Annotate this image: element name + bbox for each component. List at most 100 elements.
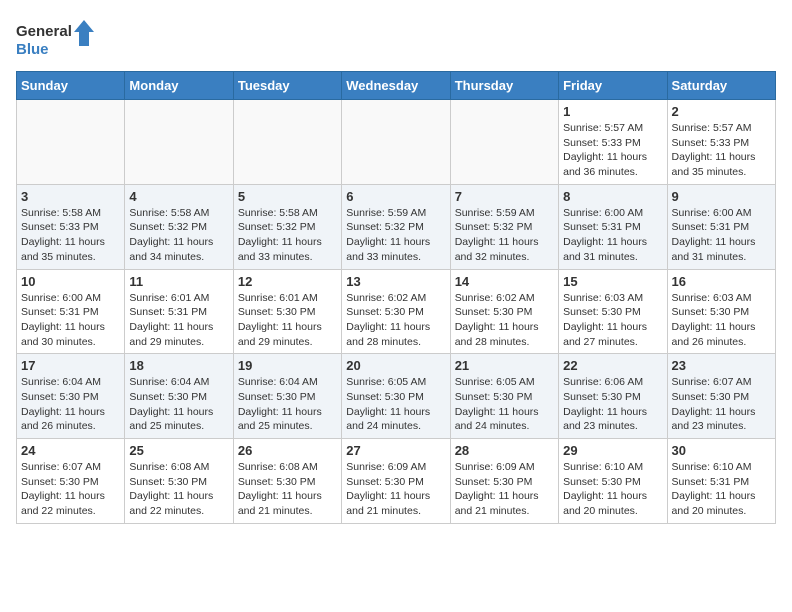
weekday-header-thursday: Thursday bbox=[450, 72, 558, 100]
table-row: 3 Sunrise: 5:58 AM Sunset: 5:33 PM Daylig… bbox=[17, 184, 125, 269]
day-number: 17 bbox=[21, 358, 120, 373]
day-number: 13 bbox=[346, 274, 445, 289]
day-number: 11 bbox=[129, 274, 228, 289]
day-info: Sunrise: 6:01 AM Sunset: 5:30 PM Dayligh… bbox=[238, 291, 337, 350]
table-row: 25 Sunrise: 6:08 AM Sunset: 5:30 PM Dayli… bbox=[125, 439, 233, 524]
table-row bbox=[342, 100, 450, 185]
day-info: Sunrise: 6:00 AM Sunset: 5:31 PM Dayligh… bbox=[672, 206, 771, 265]
day-number: 3 bbox=[21, 189, 120, 204]
day-info: Sunrise: 6:02 AM Sunset: 5:30 PM Dayligh… bbox=[346, 291, 445, 350]
day-info: Sunrise: 6:05 AM Sunset: 5:30 PM Dayligh… bbox=[346, 375, 445, 434]
svg-text:General: General bbox=[16, 23, 72, 40]
day-info: Sunrise: 6:01 AM Sunset: 5:31 PM Dayligh… bbox=[129, 291, 228, 350]
table-row bbox=[450, 100, 558, 185]
table-row: 26 Sunrise: 6:08 AM Sunset: 5:30 PM Dayli… bbox=[233, 439, 341, 524]
weekday-header-saturday: Saturday bbox=[667, 72, 775, 100]
day-info: Sunrise: 5:59 AM Sunset: 5:32 PM Dayligh… bbox=[346, 206, 445, 265]
weekday-header-row: SundayMondayTuesdayWednesdayThursdayFrid… bbox=[17, 72, 776, 100]
day-info: Sunrise: 5:58 AM Sunset: 5:33 PM Dayligh… bbox=[21, 206, 120, 265]
day-info: Sunrise: 5:58 AM Sunset: 5:32 PM Dayligh… bbox=[129, 206, 228, 265]
day-number: 6 bbox=[346, 189, 445, 204]
table-row: 4 Sunrise: 5:58 AM Sunset: 5:32 PM Daylig… bbox=[125, 184, 233, 269]
day-info: Sunrise: 6:00 AM Sunset: 5:31 PM Dayligh… bbox=[21, 291, 120, 350]
day-info: Sunrise: 6:10 AM Sunset: 5:30 PM Dayligh… bbox=[563, 460, 662, 519]
table-row: 29 Sunrise: 6:10 AM Sunset: 5:30 PM Dayli… bbox=[559, 439, 667, 524]
day-number: 1 bbox=[563, 104, 662, 119]
weekday-header-friday: Friday bbox=[559, 72, 667, 100]
day-number: 27 bbox=[346, 443, 445, 458]
logo: General Blue bbox=[16, 16, 96, 61]
day-info: Sunrise: 6:03 AM Sunset: 5:30 PM Dayligh… bbox=[563, 291, 662, 350]
day-number: 16 bbox=[672, 274, 771, 289]
day-info: Sunrise: 6:07 AM Sunset: 5:30 PM Dayligh… bbox=[672, 375, 771, 434]
svg-text:Blue: Blue bbox=[16, 41, 49, 58]
day-info: Sunrise: 6:04 AM Sunset: 5:30 PM Dayligh… bbox=[238, 375, 337, 434]
day-info: Sunrise: 6:09 AM Sunset: 5:30 PM Dayligh… bbox=[346, 460, 445, 519]
table-row: 10 Sunrise: 6:00 AM Sunset: 5:31 PM Dayli… bbox=[17, 269, 125, 354]
week-row-1: 1 Sunrise: 5:57 AM Sunset: 5:33 PM Daylig… bbox=[17, 100, 776, 185]
day-number: 19 bbox=[238, 358, 337, 373]
table-row: 7 Sunrise: 5:59 AM Sunset: 5:32 PM Daylig… bbox=[450, 184, 558, 269]
weekday-header-sunday: Sunday bbox=[17, 72, 125, 100]
table-row: 30 Sunrise: 6:10 AM Sunset: 5:31 PM Dayli… bbox=[667, 439, 775, 524]
table-row: 24 Sunrise: 6:07 AM Sunset: 5:30 PM Dayli… bbox=[17, 439, 125, 524]
week-row-4: 17 Sunrise: 6:04 AM Sunset: 5:30 PM Dayli… bbox=[17, 354, 776, 439]
day-info: Sunrise: 6:00 AM Sunset: 5:31 PM Dayligh… bbox=[563, 206, 662, 265]
week-row-5: 24 Sunrise: 6:07 AM Sunset: 5:30 PM Dayli… bbox=[17, 439, 776, 524]
day-info: Sunrise: 6:02 AM Sunset: 5:30 PM Dayligh… bbox=[455, 291, 554, 350]
weekday-header-monday: Monday bbox=[125, 72, 233, 100]
day-number: 10 bbox=[21, 274, 120, 289]
table-row: 27 Sunrise: 6:09 AM Sunset: 5:30 PM Dayli… bbox=[342, 439, 450, 524]
table-row: 14 Sunrise: 6:02 AM Sunset: 5:30 PM Dayli… bbox=[450, 269, 558, 354]
table-row: 22Sunrise: 6:06 AM Sunset: 5:30 PM Dayli… bbox=[559, 354, 667, 439]
table-row: 5 Sunrise: 5:58 AM Sunset: 5:32 PM Daylig… bbox=[233, 184, 341, 269]
logo-svg: General Blue bbox=[16, 16, 96, 61]
day-number: 4 bbox=[129, 189, 228, 204]
day-number: 2 bbox=[672, 104, 771, 119]
table-row: 19 Sunrise: 6:04 AM Sunset: 5:30 PM Dayli… bbox=[233, 354, 341, 439]
weekday-header-tuesday: Tuesday bbox=[233, 72, 341, 100]
day-info: Sunrise: 6:08 AM Sunset: 5:30 PM Dayligh… bbox=[129, 460, 228, 519]
table-row: 8 Sunrise: 6:00 AM Sunset: 5:31 PM Daylig… bbox=[559, 184, 667, 269]
day-info: Sunrise: 6:03 AM Sunset: 5:30 PM Dayligh… bbox=[672, 291, 771, 350]
day-info: Sunrise: 6:10 AM Sunset: 5:31 PM Dayligh… bbox=[672, 460, 771, 519]
day-number: 7 bbox=[455, 189, 554, 204]
day-info: Sunrise: 6:07 AM Sunset: 5:30 PM Dayligh… bbox=[21, 460, 120, 519]
page-header: General Blue bbox=[16, 16, 776, 61]
table-row: 13 Sunrise: 6:02 AM Sunset: 5:30 PM Dayli… bbox=[342, 269, 450, 354]
day-number: 20 bbox=[346, 358, 445, 373]
day-number: 14 bbox=[455, 274, 554, 289]
day-number: 8 bbox=[563, 189, 662, 204]
day-number: 29 bbox=[563, 443, 662, 458]
day-number: 26 bbox=[238, 443, 337, 458]
day-number: 30 bbox=[672, 443, 771, 458]
day-info: Sunrise: 5:58 AM Sunset: 5:32 PM Dayligh… bbox=[238, 206, 337, 265]
table-row: 11 Sunrise: 6:01 AM Sunset: 5:31 PM Dayli… bbox=[125, 269, 233, 354]
table-row: 28Sunrise: 6:09 AM Sunset: 5:30 PM Dayli… bbox=[450, 439, 558, 524]
table-row: 17 Sunrise: 6:04 AM Sunset: 5:30 PM Dayli… bbox=[17, 354, 125, 439]
table-row bbox=[125, 100, 233, 185]
day-number: 5 bbox=[238, 189, 337, 204]
day-info: Sunrise: 6:08 AM Sunset: 5:30 PM Dayligh… bbox=[238, 460, 337, 519]
week-row-2: 3 Sunrise: 5:58 AM Sunset: 5:33 PM Daylig… bbox=[17, 184, 776, 269]
day-number: 24 bbox=[21, 443, 120, 458]
day-info: Sunrise: 6:04 AM Sunset: 5:30 PM Dayligh… bbox=[21, 375, 120, 434]
table-row: 15 Sunrise: 6:03 AM Sunset: 5:30 PM Dayli… bbox=[559, 269, 667, 354]
day-number: 21 bbox=[455, 358, 554, 373]
table-row: 1 Sunrise: 5:57 AM Sunset: 5:33 PM Daylig… bbox=[559, 100, 667, 185]
day-number: 9 bbox=[672, 189, 771, 204]
table-row: 2Sunrise: 5:57 AM Sunset: 5:33 PM Daylig… bbox=[667, 100, 775, 185]
day-info: Sunrise: 6:05 AM Sunset: 5:30 PM Dayligh… bbox=[455, 375, 554, 434]
day-info: Sunrise: 5:57 AM Sunset: 5:33 PM Dayligh… bbox=[563, 121, 662, 180]
table-row: 21 Sunrise: 6:05 AM Sunset: 5:30 PM Dayli… bbox=[450, 354, 558, 439]
day-info: Sunrise: 5:59 AM Sunset: 5:32 PM Dayligh… bbox=[455, 206, 554, 265]
day-number: 25 bbox=[129, 443, 228, 458]
table-row: 12Sunrise: 6:01 AM Sunset: 5:30 PM Dayli… bbox=[233, 269, 341, 354]
week-row-3: 10 Sunrise: 6:00 AM Sunset: 5:31 PM Dayli… bbox=[17, 269, 776, 354]
table-row bbox=[233, 100, 341, 185]
table-row: 16 Sunrise: 6:03 AM Sunset: 5:30 PM Dayli… bbox=[667, 269, 775, 354]
weekday-header-wednesday: Wednesday bbox=[342, 72, 450, 100]
day-number: 15 bbox=[563, 274, 662, 289]
day-info: Sunrise: 6:09 AM Sunset: 5:30 PM Dayligh… bbox=[455, 460, 554, 519]
table-row bbox=[17, 100, 125, 185]
